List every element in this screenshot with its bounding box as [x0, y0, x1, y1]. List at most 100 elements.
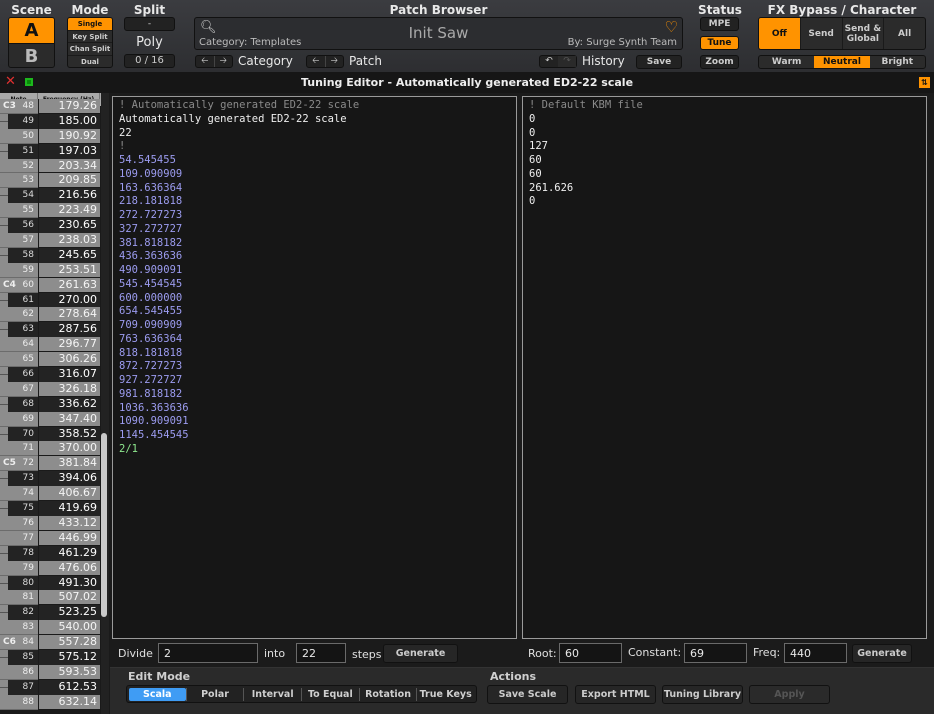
table-row: 88 632.14	[0, 694, 100, 710]
editor-line: 436.363636	[119, 250, 183, 263]
scl-generate-button[interactable]: Generate	[383, 644, 458, 663]
character-neutral[interactable]: Neutral	[814, 56, 870, 68]
arrow-left-icon[interactable]: 🡠	[307, 56, 325, 67]
mode-single[interactable]: Single	[68, 18, 112, 31]
octave-label: C4	[3, 279, 16, 290]
note-number: 63	[22, 324, 34, 335]
table-row: 73 394.06	[0, 471, 100, 487]
edit-mode-selector: Scala Polar Interval To Equal Rotation T…	[126, 685, 477, 703]
kbm-generate-button[interactable]: Generate	[852, 644, 912, 663]
editor-line: 1145.454545	[119, 429, 189, 441]
table-row: 62 278.64	[0, 307, 100, 323]
editor-line: 381.818182	[119, 236, 183, 249]
note-cell: 85	[0, 649, 38, 665]
editor-line: 709.090909	[119, 319, 183, 331]
edit-mode-to-equal[interactable]: To Equal	[301, 687, 359, 701]
table-row: 66 316.07	[0, 367, 100, 382]
steps-input[interactable]	[296, 643, 346, 663]
fx-bypass-send[interactable]: Send	[799, 18, 842, 49]
apply-button[interactable]: Apply	[749, 685, 830, 704]
fx-bypass-all[interactable]: All	[883, 18, 925, 49]
top-header: Scene A B Mode Single Key Split Chan Spl…	[0, 0, 934, 72]
root-input[interactable]	[559, 643, 622, 663]
table-row: 63 287.56	[0, 322, 100, 338]
kbm-editor[interactable]: ! Default KBM file 0 0 127 60 60 261.626 0	[522, 96, 927, 639]
fx-bypass-off[interactable]: Off	[759, 18, 800, 49]
mode-dual[interactable]: Dual	[68, 56, 112, 68]
table-row: 50 190.92	[0, 128, 100, 144]
edit-mode-polar[interactable]: Polar	[185, 687, 244, 701]
editor-line: 60	[529, 167, 542, 180]
edit-mode-label: Edit Mode	[128, 670, 191, 683]
undo-icon[interactable]: ↶	[540, 56, 558, 67]
edit-mode-interval[interactable]: Interval	[243, 687, 301, 701]
divide-input[interactable]	[158, 643, 258, 663]
note-number: 80	[22, 577, 34, 588]
editor-line: 109.090909	[119, 167, 183, 180]
table-row: 79 476.06	[0, 560, 100, 576]
arrow-left-icon[interactable]: 🡠	[196, 56, 214, 67]
heart-icon[interactable]: ♡	[665, 18, 678, 36]
tuning-library-button[interactable]: Tuning Library	[662, 685, 743, 704]
table-row: 76 433.12	[0, 515, 100, 531]
fx-bypass-selector: Off Send Send & Global All	[758, 17, 926, 50]
note-cell: 88	[0, 694, 38, 710]
note-number: 86	[22, 666, 34, 677]
scl-editor[interactable]: ! Automatically generated ED2-22 scale Au…	[112, 96, 517, 639]
tune-button[interactable]: Tune	[700, 36, 739, 50]
zoom-button[interactable]: Zoom	[700, 55, 739, 69]
mode-key-split[interactable]: Key Split	[68, 31, 112, 43]
character-warm[interactable]: Warm	[759, 56, 814, 68]
scrollbar-track[interactable]	[101, 93, 109, 714]
into-label: into	[264, 647, 286, 660]
poly-value[interactable]: 0 / 16	[124, 54, 175, 68]
note-cell: 76	[0, 515, 38, 531]
mode-chan-split[interactable]: Chan Split	[68, 43, 112, 56]
save-scale-button[interactable]: Save Scale	[487, 685, 568, 704]
note-number: 88	[22, 696, 34, 707]
note-number: 68	[22, 398, 34, 409]
save-patch-button[interactable]: Save	[636, 55, 682, 69]
note-cell: 63	[0, 322, 38, 338]
editor-line: 127	[529, 140, 548, 153]
scene-a-button[interactable]: A	[9, 18, 54, 43]
note-number: 51	[22, 145, 34, 156]
arrow-right-icon[interactable]: 🡢	[213, 56, 233, 67]
note-cell: 52	[0, 158, 38, 174]
root-label: Root:	[528, 647, 557, 660]
tuning-editor-titlebar: ✕ Tuning Editor - Automatically generate…	[0, 72, 934, 93]
note-number: 61	[22, 294, 34, 305]
mpe-button[interactable]: MPE	[700, 17, 739, 31]
split-value[interactable]: -	[124, 17, 175, 31]
note-number: 74	[22, 488, 34, 499]
note-number: 56	[22, 220, 34, 231]
note-number: 52	[22, 160, 34, 171]
patch-browser[interactable]: 🔍︎ Category: Templates Init Saw ♡ By: Su…	[194, 17, 683, 50]
frequency-cell: 278.64	[38, 307, 100, 323]
scene-title: Scene	[11, 3, 52, 17]
note-number: 66	[22, 369, 34, 380]
note-number: 84	[22, 637, 34, 648]
editor-line: 763.636364	[119, 332, 183, 345]
scrollbar-thumb[interactable]	[101, 433, 107, 617]
edit-mode-rotation[interactable]: Rotation	[358, 687, 417, 701]
table-row: 85 575.12	[0, 649, 100, 665]
editor-line: 22	[119, 126, 132, 139]
redo-icon[interactable]: ↷	[558, 56, 576, 67]
frequency-cell: 179.26	[38, 99, 100, 114]
divide-label: Divide	[118, 647, 153, 660]
arrow-right-icon[interactable]: 🡢	[324, 56, 344, 67]
freq-input[interactable]	[784, 643, 847, 663]
export-html-button[interactable]: Export HTML	[575, 685, 656, 704]
scene-b-button[interactable]: B	[9, 43, 54, 67]
edit-mode-true-keys[interactable]: True Keys	[416, 687, 474, 701]
fx-bypass-send-global[interactable]: Send & Global	[841, 18, 884, 49]
note-cell: 70	[0, 426, 38, 442]
edit-mode-scala[interactable]: Scala	[129, 687, 186, 701]
frequency-cell: 476.06	[38, 560, 100, 576]
character-bright[interactable]: Bright	[870, 56, 925, 68]
swap-icon[interactable]: ⇅	[919, 77, 930, 88]
note-number: 72	[22, 458, 34, 469]
constant-input[interactable]	[684, 643, 747, 663]
note-number: 79	[22, 562, 34, 573]
